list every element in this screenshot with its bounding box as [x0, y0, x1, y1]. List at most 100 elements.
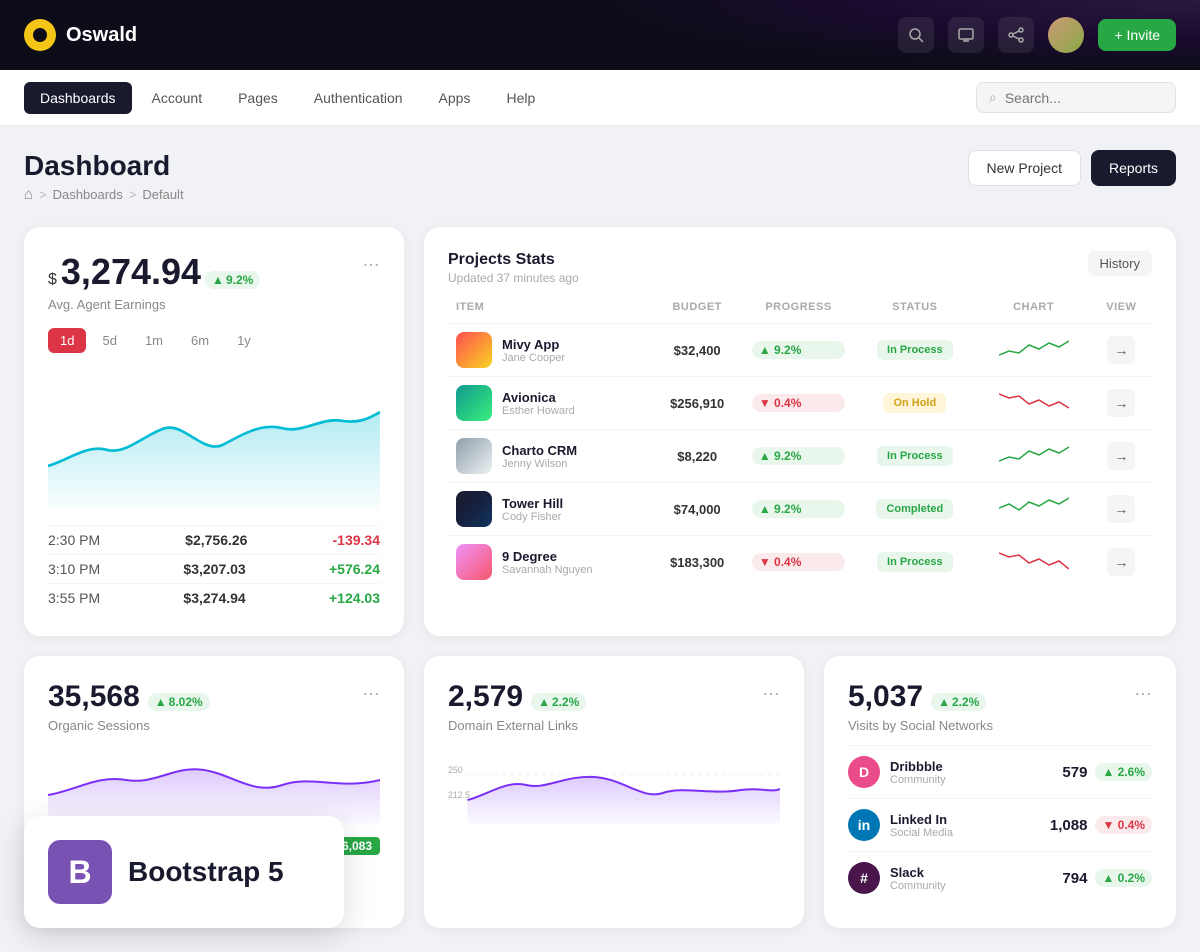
social-item-dribbble: D Dribbble Community 579 ▲ 2.6%: [848, 745, 1152, 798]
projects-card: Projects Stats Updated 37 minutes ago Hi…: [424, 227, 1176, 636]
time-tab-1d[interactable]: 1d: [48, 328, 86, 353]
time-tab-1m[interactable]: 1m: [133, 328, 175, 353]
organic-sessions-chart: [48, 745, 380, 825]
search-input[interactable]: [1005, 90, 1163, 106]
earnings-change-badge: ▲ 9.2%: [205, 271, 260, 289]
topbar-actions: + Invite: [898, 17, 1176, 53]
project-name-avionica: Avionica: [502, 390, 575, 405]
projects-updated: Updated 37 minutes ago: [448, 271, 579, 285]
project-sub-avionica: Esther Howard: [502, 405, 575, 417]
status-avionica: On Hold: [883, 393, 946, 413]
budget-mivy: $32,400: [651, 324, 744, 377]
subnav-item-authentication[interactable]: Authentication: [298, 82, 419, 114]
col-budget: BUDGET: [651, 301, 744, 324]
subnav-item-account[interactable]: Account: [136, 82, 219, 114]
row-value-2: $3,207.03: [183, 561, 245, 577]
progress-mivy: ▲ 9.2%: [752, 341, 845, 359]
row-value-3: $3,274.94: [183, 590, 245, 606]
search-bar[interactable]: ⌕: [976, 82, 1176, 113]
dribbble-type: Community: [890, 774, 946, 786]
progress-avionica: ▼ 0.4%: [752, 394, 845, 412]
row-time-3: 3:55 PM: [48, 590, 100, 606]
time-tab-6m[interactable]: 6m: [179, 328, 221, 353]
logo-text: Oswald: [66, 24, 137, 47]
projects-header: Projects Stats Updated 37 minutes ago Hi…: [448, 251, 1152, 285]
linkedin-name: Linked In: [890, 812, 953, 827]
social-more[interactable]: …: [1134, 680, 1152, 698]
svg-text:250: 250: [448, 765, 463, 775]
dribbble-name: Dribbble: [890, 759, 946, 774]
view-button-avionica[interactable]: →: [1107, 389, 1135, 417]
logo-icon: [24, 19, 56, 51]
project-icon-avionica: [456, 385, 492, 421]
topbar: Oswald + Invite: [0, 0, 1200, 70]
subnav-item-pages[interactable]: Pages: [222, 82, 294, 114]
col-item: ITEM: [448, 301, 651, 324]
earnings-amount: $ 3,274.94 ▲ 9.2%: [48, 251, 260, 293]
table-row: Avionica Esther Howard $256,910 ▼ 0.4% O…: [448, 377, 1152, 430]
breadcrumb-home-icon: ⌂: [24, 186, 33, 203]
status-tower: Completed: [876, 499, 953, 519]
domain-links-value: 2,579 ▲ 2.2%: [448, 680, 586, 714]
page-header: Dashboard ⌂ > Dashboards > Default New P…: [24, 150, 1176, 203]
slack-change: ▲ 0.2%: [1095, 869, 1152, 887]
projects-header-left: Projects Stats Updated 37 minutes ago: [448, 251, 579, 285]
page-header-actions: New Project Reports: [968, 150, 1177, 186]
project-icon-tower: [456, 491, 492, 527]
project-icon-mivy: [456, 332, 492, 368]
project-sub-charto: Jenny Wilson: [502, 458, 577, 470]
earnings-chart: [48, 369, 380, 509]
lens-icon[interactable]: [898, 17, 934, 53]
subnav: Dashboards Account Pages Authentication …: [0, 70, 1200, 126]
linkedin-type: Social Media: [890, 827, 953, 839]
subnav-item-help[interactable]: Help: [490, 82, 551, 114]
subnav-item-dashboards[interactable]: Dashboards: [24, 82, 132, 114]
domain-links-label: Domain External Links: [448, 718, 586, 733]
linkedin-change: ▼ 0.4%: [1095, 816, 1152, 834]
row-change-1: -139.34: [333, 532, 380, 548]
invite-button[interactable]: + Invite: [1098, 19, 1176, 51]
logo[interactable]: Oswald: [24, 19, 137, 51]
subnav-item-apps[interactable]: Apps: [423, 82, 487, 114]
bootstrap-label: Bootstrap 5: [128, 856, 284, 888]
budget-charto: $8,220: [651, 430, 744, 483]
table-row: Mivy App Jane Cooper $32,400 ▲ 9.2% In P…: [448, 324, 1152, 377]
new-project-button[interactable]: New Project: [968, 150, 1081, 186]
view-button-ninedeg[interactable]: →: [1107, 548, 1135, 576]
budget-tower: $74,000: [651, 483, 744, 536]
time-tab-1y[interactable]: 1y: [225, 328, 263, 353]
reports-button[interactable]: Reports: [1091, 150, 1176, 186]
domain-links-more[interactable]: …: [762, 680, 780, 698]
view-button-tower[interactable]: →: [1107, 495, 1135, 523]
progress-tower: ▲ 9.2%: [752, 500, 845, 518]
breadcrumb-dashboards[interactable]: Dashboards: [53, 187, 123, 202]
slack-name: Slack: [890, 865, 946, 880]
time-tab-5d[interactable]: 5d: [90, 328, 128, 353]
view-button-mivy[interactable]: →: [1107, 336, 1135, 364]
share-icon[interactable]: [998, 17, 1034, 53]
history-button[interactable]: History: [1088, 251, 1152, 276]
projects-title: Projects Stats: [448, 251, 579, 269]
chart-avionica: [999, 388, 1069, 416]
project-sub-ninedeg: Savannah Nguyen: [502, 564, 593, 576]
social-change: ▲ 2.2%: [931, 693, 986, 711]
chart-ninedeg: [999, 547, 1069, 575]
organic-sessions-more[interactable]: …: [362, 680, 380, 698]
domain-links-card: 2,579 ▲ 2.2% Domain External Links …: [424, 656, 804, 928]
chart-tower: [999, 494, 1069, 522]
earnings-more-button[interactable]: …: [362, 251, 380, 269]
project-name-tower: Tower Hill: [502, 496, 563, 511]
slack-icon: #: [848, 862, 880, 894]
earnings-data-rows: 2:30 PM $2,756.26 -139.34 3:10 PM $3,207…: [48, 525, 380, 612]
projects-table: ITEM BUDGET PROGRESS STATUS CHART VIEW: [448, 301, 1152, 588]
view-button-charto[interactable]: →: [1107, 442, 1135, 470]
monitor-icon[interactable]: [948, 17, 984, 53]
organic-sessions-card: 35,568 ▲ 8.02% Organic Sessions …: [24, 656, 404, 928]
page-title: Dashboard: [24, 150, 184, 182]
earnings-label: Avg. Agent Earnings: [48, 297, 260, 312]
search-icon: ⌕: [989, 89, 997, 106]
organic-sessions-value: 35,568 ▲ 8.02%: [48, 680, 210, 714]
col-progress: PROGRESS: [744, 301, 853, 324]
project-name-mivy: Mivy App: [502, 337, 565, 352]
avatar[interactable]: [1048, 17, 1084, 53]
